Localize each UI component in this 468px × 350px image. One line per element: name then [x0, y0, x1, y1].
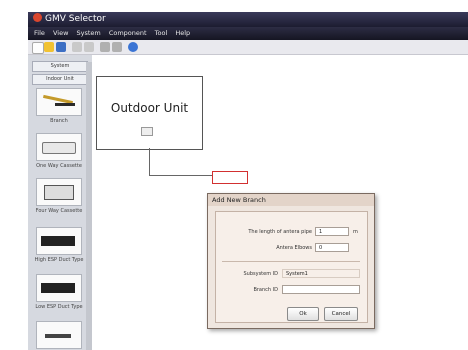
sidebar-item-four-way-cassette[interactable]: Four Way Cassette	[32, 178, 86, 214]
sidebar-item-branch[interactable]: Branch	[32, 88, 86, 124]
sidebar-item-label: Low ESP Duct Type	[35, 304, 83, 310]
new-file-icon[interactable]	[32, 42, 44, 54]
pipe-line	[149, 148, 150, 175]
pipe-line	[149, 175, 212, 176]
subsystem-id-field: System1	[282, 269, 360, 278]
outdoor-unit-icon	[141, 127, 153, 136]
sidebar-item-partial[interactable]	[32, 321, 86, 349]
pipe-length-label: The length of antera pipe	[248, 229, 312, 235]
cassette-icon	[36, 133, 82, 161]
sidebar-item-label: Branch	[50, 118, 68, 124]
pipe-length-unit: m	[353, 229, 358, 235]
toolbar	[28, 40, 468, 55]
menu-bar: File View System Component Tool Help	[28, 27, 468, 40]
undo-icon[interactable]	[100, 42, 110, 52]
duct-icon	[36, 227, 82, 255]
menu-component[interactable]: Component	[109, 27, 147, 40]
elbows-label: Antera Elbows	[276, 245, 312, 251]
copy-icon[interactable]	[84, 42, 94, 52]
pipe-length-field[interactable]: 1	[315, 227, 349, 236]
menu-file[interactable]: File	[34, 27, 45, 40]
menu-help[interactable]: Help	[175, 27, 190, 40]
branch-pipe-icon	[36, 88, 82, 116]
branch-id-label: Branch ID	[253, 287, 278, 293]
dialog-panel: The length of antera pipe 1 m Antera Elb…	[215, 211, 368, 323]
title-bar: GMV Selector	[28, 12, 468, 27]
tab-indoor-unit[interactable]: Indoor Unit	[32, 74, 88, 85]
menu-tool[interactable]: Tool	[155, 27, 168, 40]
sidebar-item-label: One Way Cassette	[36, 163, 82, 169]
branch-id-field[interactable]	[282, 285, 360, 294]
menu-view[interactable]: View	[53, 27, 68, 40]
cancel-button[interactable]: Cancel	[324, 307, 358, 321]
outdoor-unit-node[interactable]: Outdoor Unit	[96, 76, 203, 150]
sidebar-item-label: High ESP Duct Type	[34, 257, 84, 263]
sidebar-item-label: Four Way Cassette	[35, 208, 83, 214]
redo-icon[interactable]	[112, 42, 122, 52]
dialog-title: Add New Branch	[208, 194, 374, 206]
outdoor-unit-label: Outdoor Unit	[110, 101, 189, 115]
sidebar-item-high-esp-duct[interactable]: High ESP Duct Type	[32, 227, 86, 263]
window-title: GMV Selector	[45, 14, 106, 24]
app-logo-icon	[33, 13, 42, 22]
elbows-field[interactable]: 0	[315, 243, 349, 252]
new-branch-placeholder[interactable]	[212, 171, 248, 184]
duct-icon	[36, 274, 82, 302]
help-icon[interactable]	[128, 42, 138, 52]
subsystem-id-label: Subsystem ID	[243, 271, 278, 277]
cut-icon[interactable]	[72, 42, 82, 52]
sidebar-item-low-esp-duct[interactable]: Low ESP Duct Type	[32, 274, 86, 310]
menu-system[interactable]: System	[76, 27, 100, 40]
sidebar-item-one-way-cassette[interactable]: One Way Cassette	[32, 133, 86, 169]
unit-icon	[36, 321, 82, 349]
open-folder-icon[interactable]	[44, 42, 54, 52]
divider	[222, 261, 360, 262]
save-icon[interactable]	[56, 42, 66, 52]
cassette-icon	[36, 178, 82, 206]
add-new-branch-dialog: Add New Branch The length of antera pipe…	[207, 193, 375, 329]
ok-button[interactable]: Ok	[287, 307, 319, 321]
tab-system[interactable]: System	[32, 61, 88, 72]
component-sidebar: System Indoor Unit Branch One Way Casset…	[28, 55, 92, 350]
